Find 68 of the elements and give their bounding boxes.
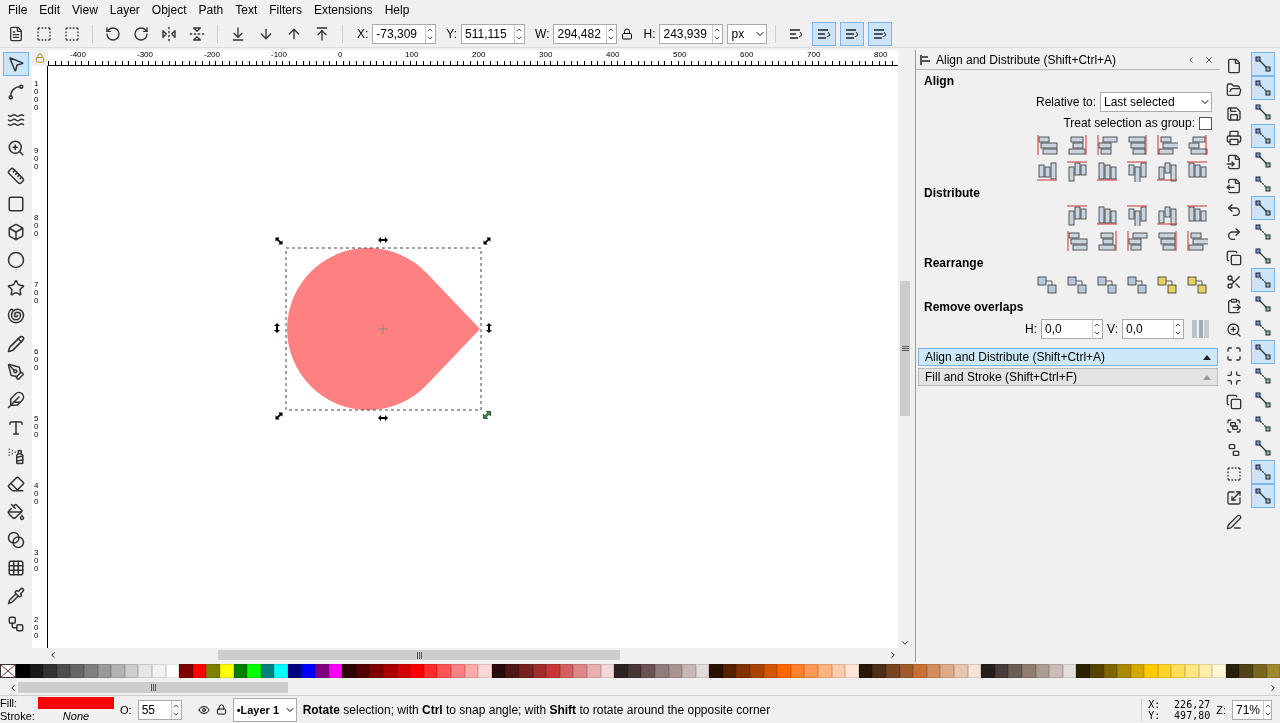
ruler-label: 700 [34, 281, 39, 305]
ruler-label: 100 [405, 50, 419, 59]
ruler-label: -200 [204, 50, 220, 59]
ruler-label: 300 [34, 549, 39, 573]
ruler-label: 200 [472, 50, 486, 59]
number-field[interactable]: 243,939 [659, 23, 724, 44]
number-field[interactable]: 511,115 [461, 23, 526, 44]
ruler-label: 800 [34, 214, 39, 238]
ruler-label: 1000 [34, 80, 39, 112]
menu-item[interactable]: Object [145, 0, 193, 20]
coord-label: Y: [1147, 709, 1161, 721]
zoom-label: Z: [1216, 703, 1226, 716]
ruler-label: 600 [34, 348, 39, 372]
number-field[interactable]: 0,0 [1041, 319, 1104, 339]
stroke-value: None [61, 710, 91, 722]
field-label: X: [357, 26, 369, 41]
section-heading: Distribute [924, 186, 981, 200]
menu-item[interactable]: File [2, 0, 34, 20]
relative-label: Relative to: [1035, 95, 1096, 109]
zoom-field[interactable]: 71% [1232, 699, 1272, 720]
menu-item[interactable]: Path [192, 0, 230, 20]
ruler-label: 300 [539, 50, 553, 59]
field-label: H: [1025, 322, 1038, 336]
section-heading: Align [924, 74, 955, 88]
menu-item[interactable]: Text [229, 0, 264, 20]
field-label: V: [1107, 322, 1118, 336]
stroke-label: Stroke: [0, 710, 36, 722]
ruler-label: 600 [740, 50, 754, 59]
menu-item[interactable]: Edit [33, 0, 67, 20]
group-label: Treat selection as group: [1063, 116, 1195, 130]
menu-item[interactable]: Extensions [307, 0, 379, 20]
panel-tab[interactable]: Align and Distribute (Shift+Ctrl+A) [918, 348, 1218, 366]
coord-value: 226,27 [1173, 698, 1211, 710]
ruler-label: 200 [34, 616, 39, 640]
opacity-field[interactable]: 55 [137, 699, 182, 720]
unit-dropdown[interactable]: px [727, 23, 768, 44]
relative-dropdown[interactable]: Last selected [1100, 92, 1212, 112]
ruler-label: 500 [34, 415, 39, 439]
ruler-label: -400 [70, 50, 86, 59]
ruler-label: -100 [271, 50, 287, 59]
status-message: Rotate selection; with Ctrl to snap angle; with Shift to rotate around the opposite corner [302, 702, 772, 717]
menu-item[interactable]: Help [378, 0, 416, 20]
number-field[interactable]: -73,309 [372, 23, 437, 44]
menu-item[interactable]: Layer [103, 0, 146, 20]
number-field[interactable]: 294,482 [553, 23, 618, 44]
menu-item[interactable]: Filters [263, 0, 308, 20]
ruler-label: 500 [673, 50, 687, 59]
ruler-label: 400 [34, 482, 39, 506]
number-field[interactable]: 0,0 [1122, 319, 1184, 339]
panel-tab[interactable]: Fill and Stroke (Shift+Ctrl+F) [918, 368, 1218, 386]
coord-value: 497,80 [1173, 709, 1211, 721]
fill-label: Fill: [0, 697, 19, 709]
ruler-label: 700 [807, 50, 821, 59]
layer-dropdown[interactable]: •Layer 1 [232, 697, 297, 722]
ruler-label: 900 [34, 147, 39, 171]
field-label: W: [535, 26, 550, 41]
field-label: Y: [446, 26, 458, 41]
ruler-label: 800 [874, 50, 888, 59]
field-label: H: [643, 26, 656, 41]
panel-title: Align and Distribute (Shift+Ctrl+A) [936, 52, 1118, 67]
ruler-label: 400 [606, 50, 620, 59]
opacity-label: O: [120, 703, 132, 716]
ruler-label: -300 [137, 50, 153, 59]
coord-label: X: [1147, 698, 1161, 710]
ruler-label: 0 [338, 50, 343, 59]
menu-item[interactable]: View [66, 0, 104, 20]
section-heading: Remove overlaps [924, 300, 1025, 314]
section-heading: Rearrange [924, 256, 985, 270]
